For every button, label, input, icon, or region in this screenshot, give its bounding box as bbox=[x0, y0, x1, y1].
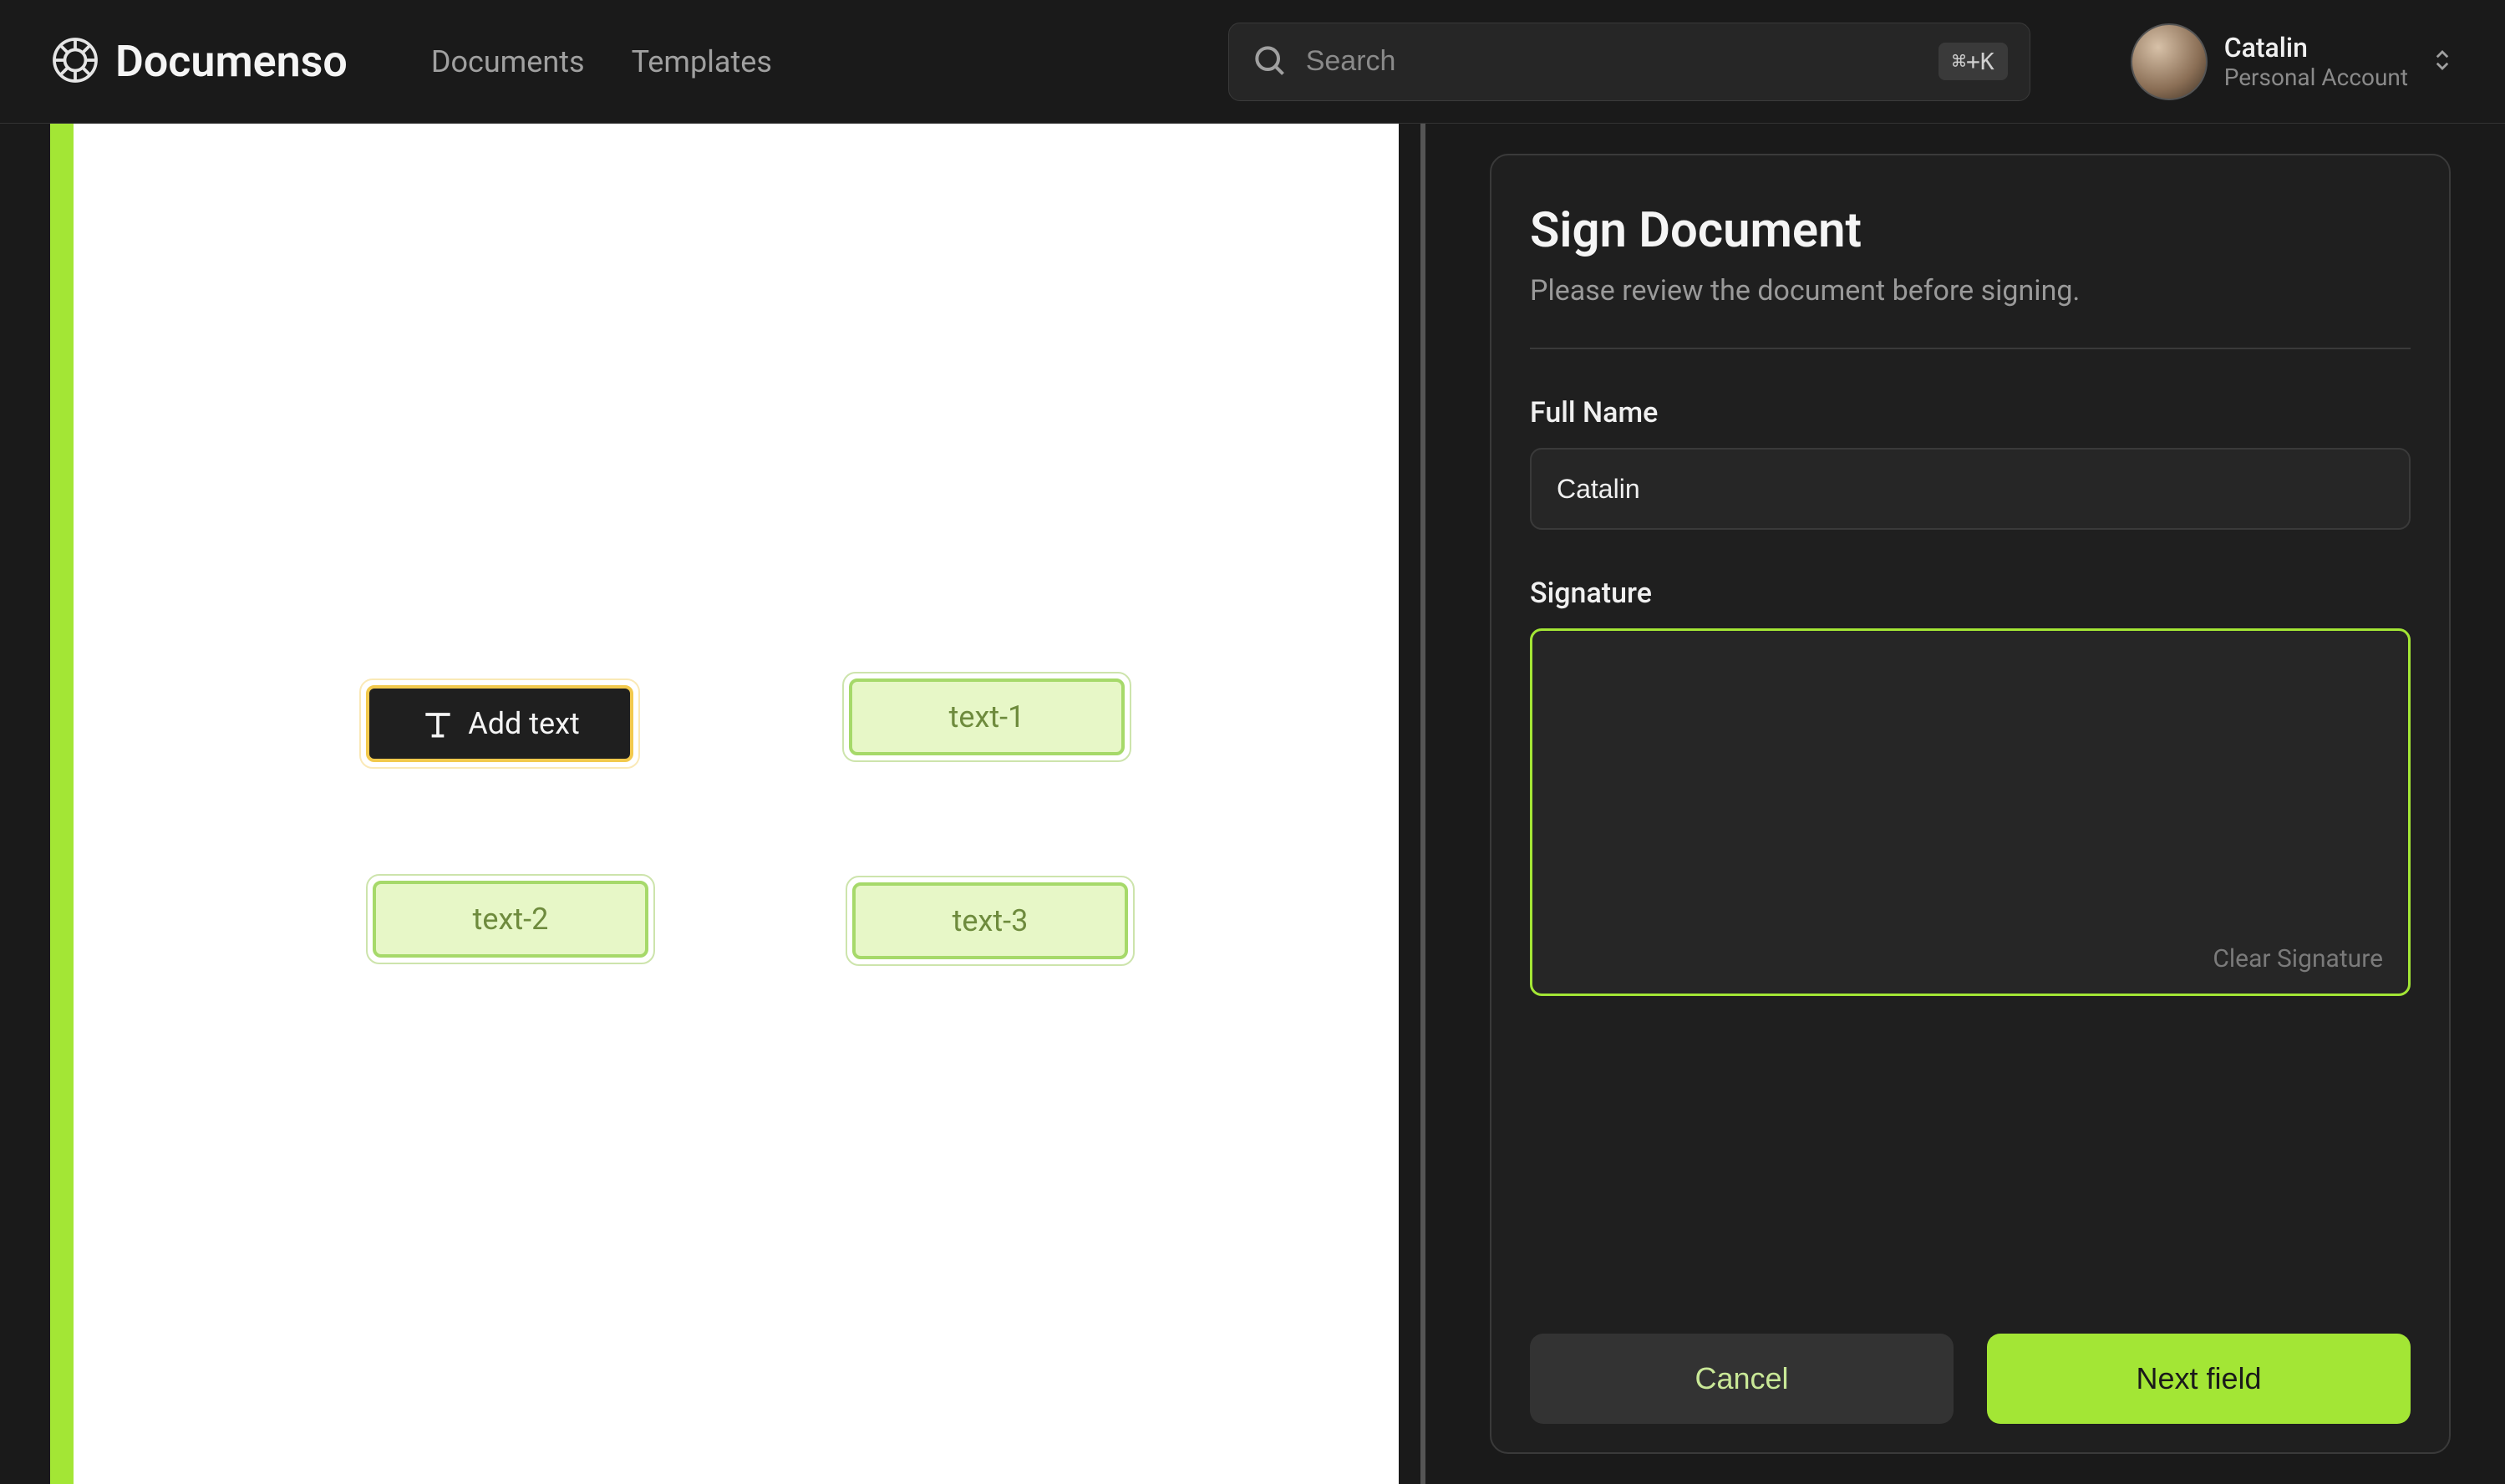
field-text-2[interactable]: text-2 bbox=[373, 881, 648, 958]
page-progress-indicator bbox=[50, 124, 74, 1484]
document-page[interactable]: Add text text-1 text-2 text-3 bbox=[74, 124, 1399, 1484]
brand-name: Documenso bbox=[115, 36, 348, 87]
search-icon bbox=[1251, 42, 1288, 82]
signature-pad[interactable]: Clear Signature bbox=[1530, 628, 2411, 996]
signature-label-row: Signature bbox=[1530, 577, 2411, 610]
nav-documents[interactable]: Documents bbox=[431, 44, 585, 79]
field-text-1[interactable]: text-1 bbox=[849, 678, 1125, 755]
full-name-label: Full Name bbox=[1530, 396, 2411, 429]
field-text-3-label: text-3 bbox=[953, 903, 1029, 938]
account-menu[interactable]: Catalin Personal Account bbox=[2131, 23, 2455, 100]
field-text-3[interactable]: text-3 bbox=[852, 882, 1128, 959]
brand[interactable]: Documenso bbox=[50, 35, 348, 89]
avatar bbox=[2131, 23, 2208, 100]
brand-logo-icon bbox=[50, 35, 100, 89]
account-name: Catalin bbox=[2224, 32, 2408, 64]
sign-panel: Sign Document Please review the document… bbox=[1490, 154, 2451, 1454]
search-shortcut: ⌘+K bbox=[1938, 43, 2008, 80]
clear-signature-button[interactable]: Clear Signature bbox=[2213, 944, 2383, 973]
chevron-up-down-icon bbox=[2425, 48, 2455, 76]
signature-label: Signature bbox=[1530, 577, 1652, 610]
document-viewer: Add text text-1 text-2 text-3 bbox=[0, 124, 1429, 1484]
panel-subtitle: Please review the document before signin… bbox=[1530, 274, 2411, 307]
side-panel-wrapper: Sign Document Please review the document… bbox=[1429, 124, 2505, 1484]
field-text-2-label: text-2 bbox=[473, 902, 549, 937]
search-bar[interactable]: ⌘+K bbox=[1228, 23, 2030, 101]
field-add-text-label: Add text bbox=[468, 706, 580, 741]
full-name-input[interactable] bbox=[1530, 448, 2411, 530]
account-text: Catalin Personal Account bbox=[2224, 32, 2408, 92]
account-subtitle: Personal Account bbox=[2224, 64, 2408, 92]
field-text-1-label: text-1 bbox=[949, 699, 1025, 734]
panel-title: Sign Document bbox=[1530, 202, 2411, 259]
cancel-button[interactable]: Cancel bbox=[1530, 1334, 1954, 1424]
app-header: Documenso Documents Templates ⌘+K Catali… bbox=[0, 0, 2505, 124]
signature-section: Signature Clear Signature bbox=[1530, 577, 2411, 996]
panel-actions: Cancel Next field bbox=[1530, 1292, 2411, 1424]
nav-templates[interactable]: Templates bbox=[632, 44, 772, 79]
pane-divider[interactable] bbox=[1420, 124, 1425, 1484]
panel-divider bbox=[1530, 348, 2411, 349]
search-input[interactable] bbox=[1306, 45, 1920, 78]
main: Add text text-1 text-2 text-3 Sign Docum… bbox=[0, 124, 2505, 1484]
next-field-button[interactable]: Next field bbox=[1987, 1334, 2411, 1424]
field-add-text[interactable]: Add text bbox=[366, 685, 633, 762]
top-nav: Documents Templates bbox=[431, 44, 772, 79]
